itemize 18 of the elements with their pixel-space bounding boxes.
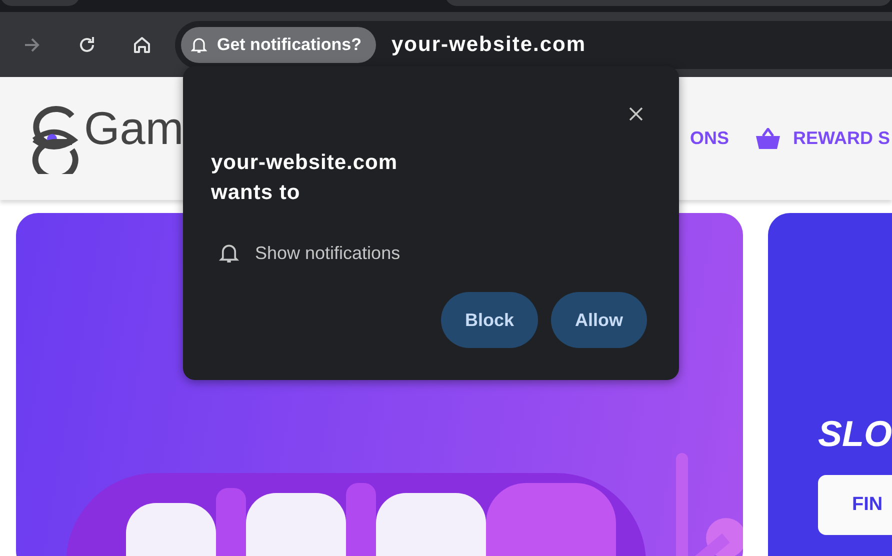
promo-title: SLO <box>818 413 892 455</box>
basket-icon <box>754 128 781 150</box>
close-icon[interactable] <box>629 107 643 121</box>
url-text: your-website.com <box>392 32 586 56</box>
home-icon <box>132 34 152 54</box>
nav-link[interactable]: REWARD S <box>754 128 890 150</box>
promo-button[interactable]: FIN <box>818 475 892 535</box>
allow-button[interactable]: Allow <box>551 292 647 348</box>
permission-label: Show notifications <box>255 242 400 264</box>
nav-link[interactable]: ONS <box>690 128 729 149</box>
logo-text: Gam <box>84 100 184 154</box>
bell-icon <box>219 242 239 264</box>
block-button[interactable]: Block <box>440 292 538 348</box>
bell-icon <box>191 36 207 54</box>
reload-icon <box>77 34 97 54</box>
address-bar[interactable]: Get notifications? your-website.com <box>175 20 892 68</box>
popup-title: your-website.com wants to <box>211 150 399 206</box>
notification-permission-chip[interactable]: Get notifications? <box>181 26 376 62</box>
